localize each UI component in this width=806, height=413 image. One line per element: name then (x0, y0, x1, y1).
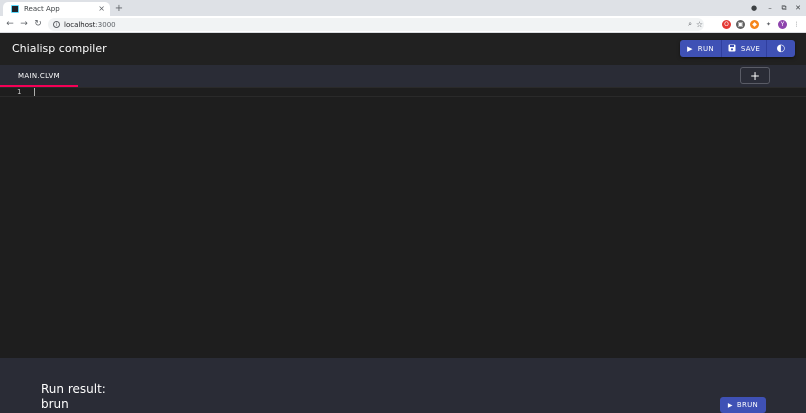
zoom-icon[interactable]: ⌕ (688, 20, 692, 29)
app-title: Chialisp compiler (12, 42, 107, 55)
restore-icon[interactable]: ⧉ (778, 2, 790, 14)
run-label: RUN (697, 44, 714, 53)
extension-badge-icon[interactable]: ▣ (736, 20, 745, 29)
browser-tab-title: React App (24, 5, 60, 13)
browser-toolbar: ← → ↻ i localhost :3000 ⌕ ☆ O ▣ ◆ ✦ Y ⋮ (0, 16, 806, 33)
profile-icon[interactable]: Y (778, 20, 787, 29)
browser-tab[interactable]: React App × (3, 2, 110, 16)
brun-button[interactable]: ▶ BRUN (720, 397, 766, 413)
menu-icon[interactable]: ⋮ (792, 20, 801, 29)
tab-main-clvm[interactable]: MAIN.CLVM (0, 65, 78, 87)
back-icon[interactable]: ← (4, 18, 16, 30)
address-host: localhost (64, 20, 96, 29)
run-result-label: Run result: (41, 382, 106, 396)
reload-icon[interactable]: ↻ (32, 18, 44, 30)
browser-tabstrip: React App × + ● – ⧉ ✕ (0, 0, 806, 16)
theme-toggle-button[interactable]: ◐ (767, 40, 795, 57)
text-cursor (34, 88, 35, 96)
bookmark-star-icon[interactable]: ☆ (696, 20, 703, 29)
react-favicon-icon (11, 5, 19, 13)
window-close-icon[interactable]: ✕ (792, 2, 804, 14)
play-icon: ▶ (727, 401, 733, 409)
save-label: SAVE (740, 44, 761, 53)
results-panel: Run result: brun ▶ BRUN (0, 358, 806, 413)
close-tab-icon[interactable]: × (98, 5, 105, 13)
code-editor[interactable]: 1 (0, 87, 806, 358)
profile-icon[interactable]: ● (748, 2, 760, 14)
run-result-value: brun (41, 397, 69, 411)
play-icon: ▶ (687, 44, 693, 53)
current-line-highlight (0, 87, 806, 97)
address-port: :3000 (95, 20, 116, 29)
save-button[interactable]: SAVE (722, 40, 767, 57)
add-file-button[interactable]: + (740, 67, 770, 84)
new-tab-button[interactable]: + (113, 2, 125, 14)
save-icon (728, 44, 736, 54)
brun-label: BRUN (736, 401, 759, 409)
action-button-group: ▶ RUN SAVE ◐ (680, 40, 795, 57)
run-button[interactable]: ▶ RUN (680, 40, 722, 57)
forward-icon[interactable]: → (18, 18, 30, 30)
metamask-icon[interactable]: ◆ (750, 20, 759, 29)
address-bar[interactable]: i localhost :3000 ⌕ ☆ (48, 18, 704, 31)
minimize-icon[interactable]: – (764, 2, 776, 14)
file-tabs-bar: MAIN.CLVM + (0, 65, 806, 87)
opera-icon[interactable]: O (722, 20, 731, 29)
info-icon[interactable]: i (53, 21, 60, 28)
contrast-icon: ◐ (776, 43, 786, 54)
puzzle-icon[interactable]: ✦ (764, 20, 773, 29)
line-number: 1 (17, 88, 22, 96)
